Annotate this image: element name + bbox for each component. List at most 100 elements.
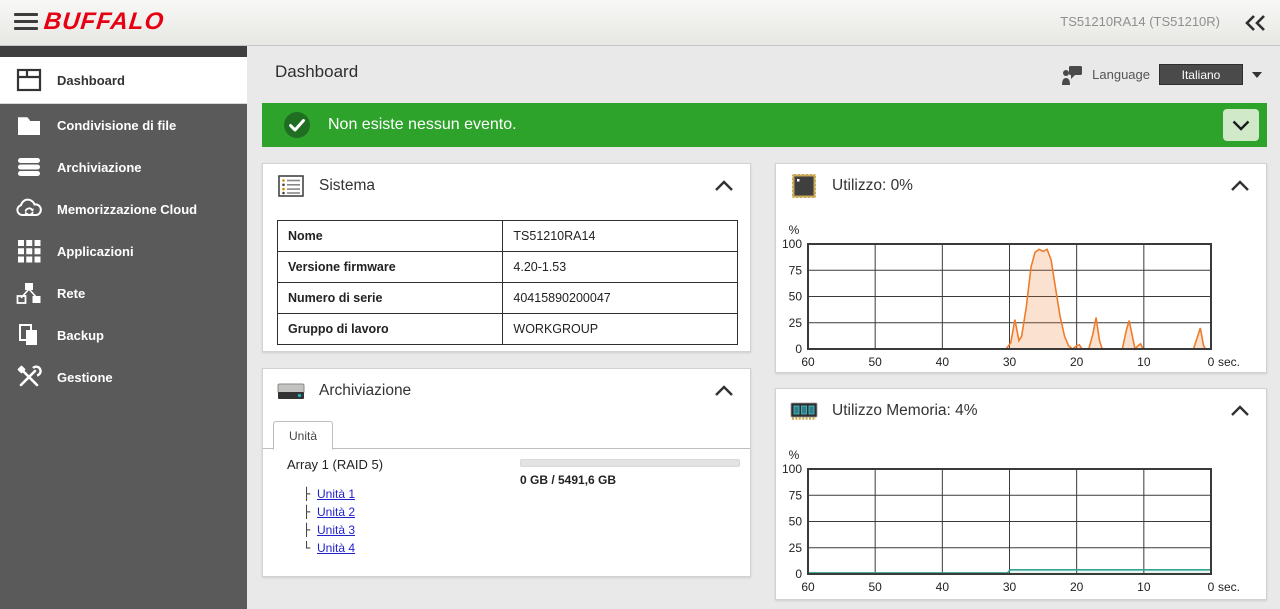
- drive-tree-row: ├ Unità 3: [303, 521, 355, 539]
- svg-text:0: 0: [795, 567, 802, 581]
- svg-text:20: 20: [1070, 355, 1084, 369]
- cpu-panel: Utilizzo: 0% 0 25 50 75 100 60 50 40 30 20 10 0% sec…: [775, 163, 1267, 373]
- system-table-row: Numero di serie 40415890200047: [276, 282, 738, 314]
- svg-text:sec.: sec.: [1218, 355, 1240, 369]
- buffalo-logo: BUFFALO: [42, 8, 166, 35]
- sidebar-top-strip: [0, 46, 247, 57]
- cpu-chip-icon: [789, 172, 819, 200]
- svg-text:25: 25: [789, 316, 803, 330]
- language-caret-icon[interactable]: [1252, 71, 1262, 78]
- sidebar-item-cloud-storage[interactable]: Memorizzazione Cloud: [0, 188, 247, 230]
- drive-tree-row: ├ Unità 2: [303, 503, 355, 521]
- sidebar-item-dashboard[interactable]: Dashboard: [0, 57, 247, 104]
- language-person-icon: [1062, 65, 1083, 85]
- drive-link-2[interactable]: Unità 2: [317, 505, 355, 519]
- device-model-label: TS51210RA14 (TS51210R): [1060, 14, 1220, 29]
- apps-grid-icon: [15, 238, 43, 264]
- svg-text:50: 50: [789, 290, 803, 304]
- cpu-panel-title: Utilizzo: 0%: [832, 177, 913, 194]
- sidebar-item-label: Rete: [57, 285, 86, 301]
- svg-text:50: 50: [868, 580, 882, 594]
- system-row-value: 4.20-1.53: [502, 251, 738, 283]
- storage-usage-label: 0 GB / 5491,6 GB: [520, 473, 617, 487]
- event-status-banner: Non esiste nessun evento.: [262, 103, 1267, 147]
- svg-text:0: 0: [1208, 355, 1215, 369]
- svg-text:40: 40: [936, 355, 950, 369]
- svg-text:30: 30: [1003, 580, 1017, 594]
- svg-text:%: %: [789, 223, 800, 237]
- tree-branch-glyph: ├: [303, 505, 311, 519]
- svg-text:60: 60: [801, 355, 815, 369]
- svg-text:100: 100: [782, 237, 802, 251]
- storage-usage-bar: [520, 459, 740, 467]
- array-label: Array 1 (RAID 5): [287, 457, 384, 472]
- sidebar-item-storage[interactable]: Archiviazione: [0, 146, 247, 188]
- language-select[interactable]: Italiano: [1159, 64, 1243, 85]
- sidebar-item-label: Condivisione di file: [57, 117, 177, 133]
- storage-panel-title: Archiviazione: [319, 382, 412, 399]
- system-list-icon: [276, 172, 306, 200]
- sidebar-item-backup[interactable]: Backup: [0, 314, 247, 356]
- language-label: Language: [1092, 67, 1150, 82]
- system-row-label: Nome: [276, 220, 504, 252]
- svg-text:40: 40: [936, 580, 950, 594]
- hamburger-menu-icon[interactable]: [14, 13, 38, 33]
- memory-usage-chart: 025507510060 50 40 30 20 10 0%sec.: [782, 448, 1240, 594]
- buffalo-nas-dashboard: BUFFALO TS51210RA14 (TS51210R) Dashboard…: [0, 0, 1280, 609]
- svg-text:0: 0: [795, 342, 802, 356]
- system-row-value: 40415890200047: [502, 282, 738, 314]
- network-icon: [15, 280, 43, 306]
- banner-expand-button[interactable]: [1223, 109, 1259, 141]
- sidebar-item-label: Applicazioni: [57, 243, 134, 259]
- system-row-value: TS51210RA14: [502, 220, 738, 252]
- folder-icon: [15, 112, 43, 138]
- system-table-row: Nome TS51210RA14: [276, 220, 738, 252]
- drive-tree-row: ├ Unità 1: [303, 485, 355, 503]
- svg-text:20: 20: [1070, 580, 1084, 594]
- storage-drive-icon: [276, 377, 306, 405]
- storage-collapse-button[interactable]: [714, 384, 734, 398]
- drive-tree: ├ Unità 1 ├ Unità 2 ├ Unità 3 └ Unità 4: [303, 485, 355, 557]
- tree-branch-glyph: └: [303, 541, 311, 555]
- memory-collapse-button[interactable]: [1230, 404, 1250, 418]
- memory-panel-header: Utilizzo Memoria: 4%: [776, 389, 1266, 433]
- backup-icon: [15, 322, 43, 348]
- svg-text:10: 10: [1137, 580, 1151, 594]
- system-panel-title: Sistema: [319, 177, 375, 194]
- system-table-row: Gruppo di lavoro WORKGROUP: [276, 313, 738, 345]
- tab-drives[interactable]: Unità: [273, 421, 334, 450]
- sidebar-item-label: Dashboard: [57, 72, 125, 88]
- sidebar-item-label: Backup: [57, 327, 104, 343]
- memory-panel: Utilizzo Memoria: 4% 0 25 50 75 100 60 50 40 30 2…: [775, 388, 1267, 600]
- drive-link-4[interactable]: Unità 4: [317, 541, 355, 555]
- svg-text:60: 60: [801, 580, 815, 594]
- drive-link-1[interactable]: Unità 1: [317, 487, 355, 501]
- sidebar-item-file-sharing[interactable]: Condivisione di file: [0, 104, 247, 146]
- drive-link-3[interactable]: Unità 3: [317, 523, 355, 537]
- sidebar-item-management[interactable]: Gestione: [0, 356, 247, 398]
- storage-tab-bar: Unità: [263, 419, 750, 450]
- check-circle-icon: [284, 112, 310, 138]
- double-chevron-left-icon[interactable]: [1242, 11, 1268, 35]
- storage-panel: Archiviazione Unità Array 1 (RAID 5) 0 G…: [262, 368, 751, 577]
- language-row: Language Italiano: [1061, 64, 1262, 85]
- svg-text:100: 100: [782, 462, 802, 476]
- page-title: Dashboard: [275, 62, 359, 81]
- system-table-row: Versione firmware 4.20-1.53: [276, 251, 738, 283]
- svg-text:sec.: sec.: [1218, 580, 1240, 594]
- sidebar-item-label: Gestione: [57, 369, 113, 385]
- tree-branch-glyph: ├: [303, 487, 311, 501]
- database-icon: [15, 154, 43, 180]
- tools-icon: [15, 364, 43, 390]
- system-panel-header: Sistema: [263, 164, 750, 208]
- sidebar-item-label: Memorizzazione Cloud: [57, 201, 198, 217]
- banner-message: Non esiste nessun evento.: [328, 116, 517, 133]
- cpu-collapse-button[interactable]: [1230, 179, 1250, 193]
- system-row-label: Numero di serie: [276, 282, 504, 314]
- cpu-panel-header: Utilizzo: 0%: [776, 164, 1266, 208]
- svg-text:0: 0: [1208, 580, 1215, 594]
- svg-text:50: 50: [868, 355, 882, 369]
- sidebar-item-applications[interactable]: Applicazioni: [0, 230, 247, 272]
- sidebar-item-network[interactable]: Rete: [0, 272, 247, 314]
- system-collapse-button[interactable]: [714, 179, 734, 193]
